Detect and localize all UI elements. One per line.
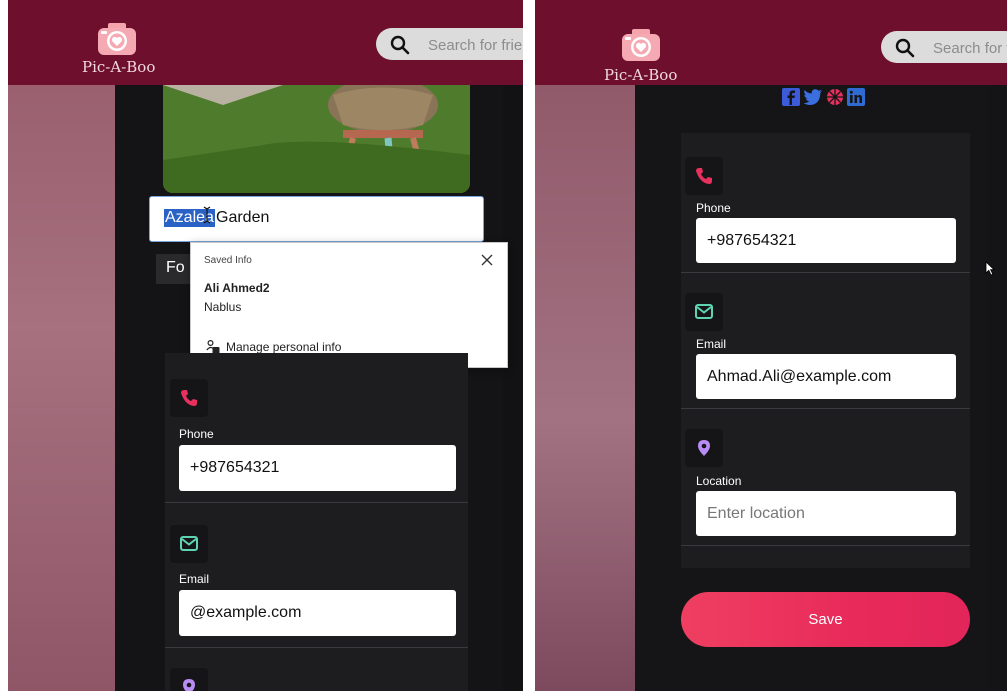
text-cursor-icon xyxy=(203,206,211,224)
search-icon xyxy=(895,38,915,58)
suggestion-name: Ali Ahmed2 xyxy=(204,281,270,295)
phone-icon-box xyxy=(170,379,208,417)
facebook-icon[interactable] xyxy=(782,88,800,106)
suggestion-city: Nablus xyxy=(204,300,242,314)
twitter-icon[interactable] xyxy=(803,88,823,106)
email-label: Email xyxy=(179,572,210,586)
phone-label: Phone xyxy=(696,201,731,215)
manage-info-label: Manage personal info xyxy=(226,340,342,354)
mouse-cursor-icon xyxy=(985,261,995,276)
email-icon-box xyxy=(685,293,723,331)
page-background-right xyxy=(503,85,523,691)
save-button[interactable]: Save xyxy=(681,592,970,647)
camera-logo-icon[interactable] xyxy=(621,28,661,62)
email-label: Email xyxy=(696,337,727,351)
row-divider xyxy=(681,408,970,409)
profile-photo xyxy=(163,85,470,193)
right-screenshot-panel: Pic-A-Boo Phone xyxy=(535,0,1007,691)
search-bar[interactable] xyxy=(376,28,523,60)
left-screenshot-panel: Pic-A-Boo Azalea Garden Fo xyxy=(8,0,523,691)
search-bar[interactable] xyxy=(881,31,1007,63)
app-header: Pic-A-Boo xyxy=(8,0,523,85)
phone-label: Phone xyxy=(179,427,214,441)
camera-logo-icon[interactable] xyxy=(97,22,137,56)
search-icon xyxy=(390,35,410,55)
location-input[interactable] xyxy=(696,491,956,536)
row-divider xyxy=(165,647,468,648)
email-input[interactable] xyxy=(696,354,956,399)
page-background-left xyxy=(8,85,115,691)
phone-input[interactable] xyxy=(179,445,456,491)
autofill-suggestion[interactable]: Ali Ahmed2 Nablus xyxy=(191,275,507,317)
location-icon xyxy=(698,440,710,456)
row-divider xyxy=(681,545,970,546)
email-icon xyxy=(180,536,198,551)
autofill-title: Saved Info xyxy=(204,255,252,266)
linkedin-icon[interactable] xyxy=(847,88,865,106)
app-header: Pic-A-Boo xyxy=(535,0,1007,85)
search-input[interactable] xyxy=(931,35,1007,61)
app-logo-text: Pic-A-Boo xyxy=(82,58,156,76)
close-icon[interactable] xyxy=(481,254,493,266)
phone-icon-box xyxy=(685,157,723,195)
phone-input[interactable] xyxy=(696,218,956,263)
email-icon xyxy=(695,304,713,319)
email-input[interactable] xyxy=(179,590,456,636)
app-logo-text: Pic-A-Boo xyxy=(604,66,678,84)
row-divider xyxy=(681,272,970,273)
row-divider xyxy=(165,502,468,503)
location-icon-box xyxy=(170,668,208,691)
input-text-rest: Garden xyxy=(216,209,270,226)
place-name-input[interactable]: Azalea Garden xyxy=(149,196,484,242)
page-background-left xyxy=(535,85,635,691)
search-input[interactable] xyxy=(426,32,523,58)
email-icon-box xyxy=(170,525,208,563)
dribbble-icon[interactable] xyxy=(826,88,844,106)
social-links xyxy=(782,88,865,106)
location-icon-box xyxy=(685,429,723,467)
phone-icon xyxy=(696,168,712,184)
location-icon xyxy=(183,679,195,691)
autofill-popup: Saved Info Ali Ahmed2 Nablus Manage pers… xyxy=(190,242,508,368)
contact-card xyxy=(165,353,468,691)
phone-icon xyxy=(181,390,197,406)
location-label: Location xyxy=(696,474,742,488)
